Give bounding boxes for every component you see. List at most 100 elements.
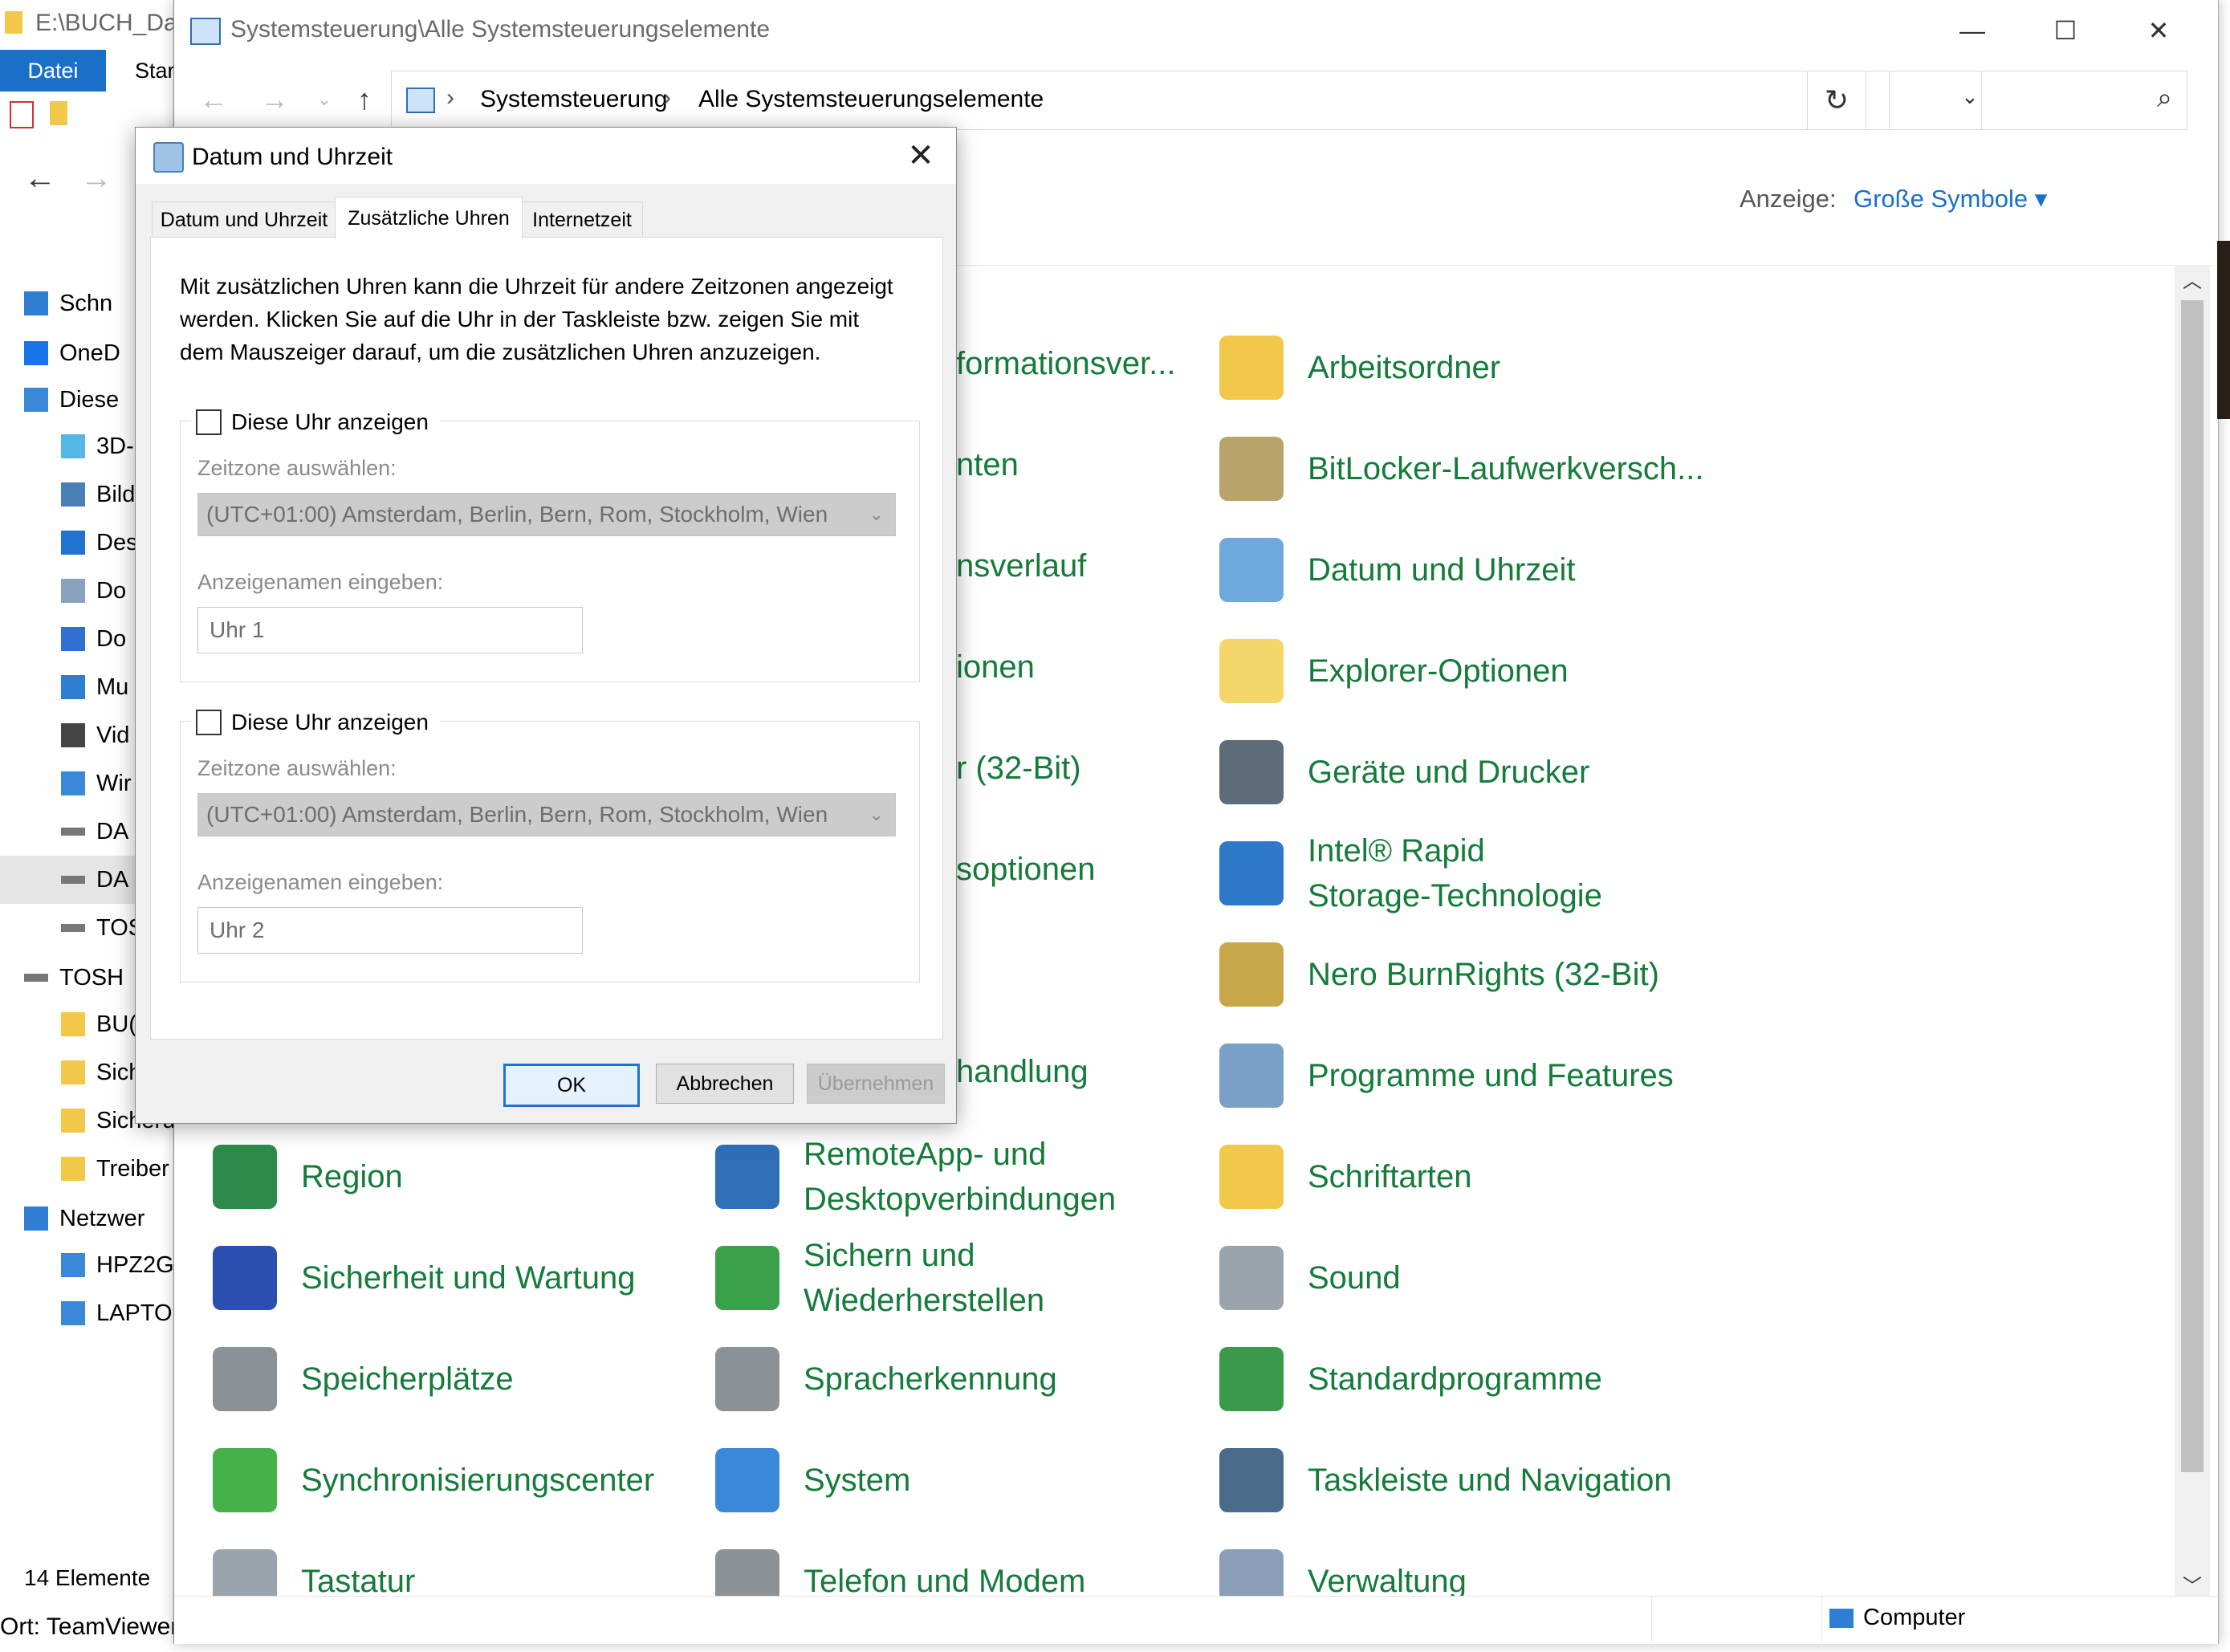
cp-item[interactable]: RemoteApp- und Desktopverbindungen (715, 1132, 1116, 1222)
cp-item-label: Geräte und Drucker (1308, 755, 1590, 790)
music-icon (61, 675, 85, 699)
cp-item[interactable]: Region (213, 1145, 403, 1209)
cp-item-partial[interactable]: handlung (956, 1049, 1089, 1094)
nav-item[interactable]: Do (61, 567, 126, 615)
background-window-edge (2217, 241, 2230, 419)
vertical-scrollbar[interactable]: ︿ ﹀ (2175, 265, 2210, 1597)
cp-item[interactable]: Programme und Features (1219, 1044, 1674, 1108)
nav-item[interactable]: Do (61, 615, 126, 663)
nav-item[interactable]: TOS (61, 904, 144, 952)
dialog-title: Datum und Uhrzeit (192, 144, 393, 170)
cp-item[interactable]: Standardprogramme (1219, 1347, 1602, 1411)
folder-icon (61, 1012, 85, 1036)
nav-item-label: Wir (96, 770, 132, 796)
cp-item[interactable]: Nero BurnRights (32-Bit) (1219, 942, 1659, 1007)
sync-icon (213, 1448, 277, 1512)
nav-item[interactable]: Vid (61, 711, 129, 759)
nav-item[interactable]: Treiber (61, 1145, 169, 1193)
ok-button[interactable]: OK (503, 1064, 640, 1107)
cp-item[interactable]: Explorer-Optionen (1219, 639, 1569, 703)
nero-icon (1219, 942, 1284, 1007)
tab-datei[interactable]: Datei (0, 50, 106, 92)
properties-icon[interactable] (10, 101, 34, 128)
tab-zusaetzliche-uhren[interactable]: Zusätzliche Uhren (335, 197, 523, 239)
nav-item-label: OneD (59, 340, 120, 366)
tab-start[interactable]: Star (135, 50, 175, 92)
nav-item[interactable]: Wir (61, 759, 131, 808)
cp-item[interactable]: Speicherplätze (213, 1347, 514, 1411)
nav-item[interactable]: Sich (61, 1048, 141, 1097)
tab-internetzeit[interactable]: Internetzeit (521, 201, 643, 238)
nav-item[interactable]: TOSH (24, 954, 124, 1002)
cp-item[interactable]: Tastatur (213, 1549, 415, 1596)
nav-item-label: TOSH (59, 964, 124, 991)
cp-item[interactable]: Intel® Rapid Storage-Technologie (1219, 828, 1602, 918)
cp-item[interactable]: System (715, 1448, 910, 1512)
cp-item[interactable]: Geräte und Drucker (1219, 740, 1589, 804)
cp-item-partial[interactable]: ionen (956, 645, 1035, 690)
desktop-icon (61, 531, 85, 555)
drive-icon (24, 974, 48, 982)
clock2-name-input[interactable]: Uhr 2 (197, 907, 583, 954)
nav-item[interactable]: Schn (24, 279, 112, 328)
nav-item-label: Des (96, 529, 138, 555)
cp-item[interactable]: Schriftarten (1219, 1145, 1472, 1209)
apply-button[interactable]: Übernehmen (807, 1064, 945, 1104)
cp-item-partial[interactable]: soptionen (956, 847, 1095, 892)
tab-datum-und-uhrzeit[interactable]: Datum und Uhrzeit (152, 201, 336, 238)
cp-item-label: Sichern und Wiederherstellen (804, 1238, 1045, 1318)
nav-item[interactable]: HPZ2G (61, 1241, 174, 1289)
cp-item-label: RemoteApp- und Desktopverbindungen (804, 1137, 1117, 1217)
nav-item[interactable]: Netzwer (24, 1194, 144, 1243)
cp-item-partial[interactable]: nten (956, 442, 1019, 487)
clock1-checkbox[interactable] (196, 409, 222, 435)
cp-item[interactable]: Sichern und Wiederherstellen (715, 1233, 1044, 1323)
cp-item[interactable]: Sound (1219, 1246, 1401, 1310)
nav-item[interactable]: Bild (61, 470, 135, 519)
nav-item[interactable]: BU( (61, 1000, 136, 1048)
back-arrow-icon[interactable]: ← (24, 161, 56, 197)
nav-item[interactable]: LAPTOI (61, 1289, 179, 1337)
scroll-up-icon[interactable]: ︿ (2183, 265, 2202, 293)
cp-item[interactable]: Sicherheit und Wartung (213, 1246, 636, 1310)
nav-item-label: Do (96, 625, 127, 652)
cp-item-partial[interactable]: nsverlauf (956, 543, 1086, 588)
cp-item[interactable]: Synchronisierungscenter (213, 1448, 654, 1512)
forward-arrow-icon[interactable]: → (80, 161, 112, 197)
cp-item-label: Intel® Rapid Storage-Technologie (1308, 833, 1602, 913)
cp-item-label: Arbeitsordner (1308, 350, 1501, 385)
work-folders-icon (1219, 336, 1284, 400)
datetime-dialog: Datum und Uhrzeit ✕ Datum und Uhrzeit Zu… (135, 127, 957, 1124)
cp-item[interactable]: Verwaltung (1219, 1549, 1467, 1596)
clock1-zone-select[interactable]: (UTC+01:00) Amsterdam, Berlin, Bern, Rom… (197, 493, 896, 536)
dialog-close-button[interactable]: ✕ (898, 136, 943, 176)
nav-item[interactable]: OneD (24, 329, 120, 377)
clock2-checkbox-row[interactable]: Diese Uhr anzeigen (191, 705, 440, 740)
scroll-thumb[interactable] (2181, 300, 2204, 1472)
clock1-checkbox-row[interactable]: Diese Uhr anzeigen (191, 405, 440, 440)
clock2-name-value: Uhr 2 (210, 918, 265, 942)
cp-item-partial[interactable]: formationsver... (956, 341, 1175, 386)
cp-item[interactable]: Taskleiste und Navigation (1219, 1448, 1672, 1512)
new-folder-icon[interactable] (50, 101, 67, 125)
nav-item-label: Treiber (96, 1155, 169, 1182)
nav-item[interactable]: Des (61, 519, 138, 567)
scroll-down-icon[interactable]: ﹀ (2183, 1570, 2202, 1598)
clock2-checkbox[interactable] (196, 710, 222, 735)
nav-item[interactable]: Mu (61, 663, 128, 711)
cp-item[interactable]: Telefon und Modem (715, 1549, 1085, 1596)
cp-item[interactable]: Datum und Uhrzeit (1219, 538, 1575, 602)
cp-item-label: Region (301, 1159, 403, 1194)
clock1-name-input[interactable]: Uhr 1 (197, 607, 583, 653)
folder-icon (61, 1109, 85, 1133)
cp-item-partial[interactable]: r (32-Bit) (956, 746, 1081, 791)
nav-item[interactable]: Diese (24, 376, 119, 424)
cp-item[interactable]: Arbeitsordner (1219, 336, 1500, 400)
cp-item[interactable]: Spracherkennung (715, 1347, 1057, 1411)
cp-item[interactable]: BitLocker-Laufwerkversch... (1219, 437, 1704, 501)
cp-item-partial-label: nten (956, 447, 1019, 482)
cancel-button[interactable]: Abbrechen (656, 1064, 794, 1104)
nav-item[interactable]: 3D- (61, 422, 134, 470)
clock2-zone-select[interactable]: (UTC+01:00) Amsterdam, Berlin, Bern, Rom… (197, 793, 896, 836)
nav-item[interactable]: DA (61, 808, 128, 856)
